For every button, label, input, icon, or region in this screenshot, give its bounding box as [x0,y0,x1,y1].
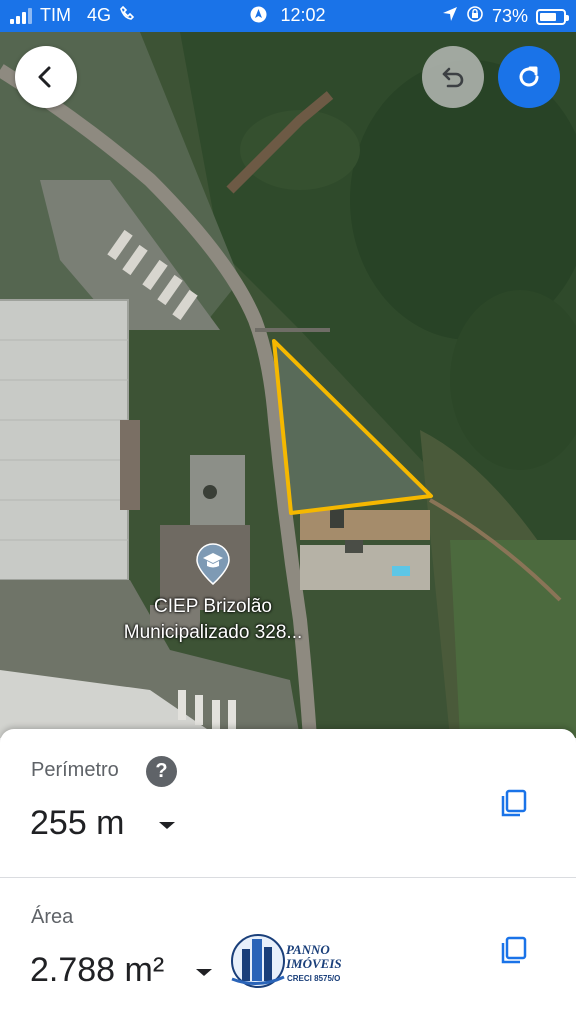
back-button[interactable] [15,46,77,108]
logo-name-line1: PANNO [286,942,330,957]
redo-icon [519,66,539,87]
orientation-lock-icon [466,5,484,28]
undo-button[interactable] [422,46,484,108]
area-unit-dropdown-caret-down-icon[interactable] [196,969,212,976]
area-value: 2.788 m² [30,951,165,989]
logo-creci: CRECI 8575/O [287,974,341,983]
copy-area-copy-icon[interactable] [498,934,530,966]
poi-label-line1: CIEP Brizolão [154,596,272,617]
status-bar: TIM 4G 12:02 73% [0,0,576,32]
logo-name-line2: IMÓVEIS [286,956,342,971]
school-poi-marker[interactable] [193,542,233,586]
navigation-icon [250,6,267,28]
area-label: Área [31,906,74,928]
divider [0,877,576,878]
poi-label-line2: Municipalizado 328... [123,622,303,643]
undo-icon [442,67,464,88]
redo-button[interactable] [498,46,560,108]
building-logo-icon [231,934,285,988]
satellite-map[interactable]: CIEP Brizolão Municipalizado 328... [0,32,576,738]
battery-percent: 73% [491,6,528,26]
perimeter-label: Perímetro [31,759,119,781]
help-icon[interactable]: ? [146,756,177,787]
time-label: 12:02 [280,5,326,25]
panno-imoveis-logo: PANNO IMÓVEIS CRECI 8575/O [230,929,360,991]
poi-label[interactable]: CIEP Brizolão Municipalizado 328... [100,594,326,646]
perimeter-unit-dropdown-caret-down-icon[interactable] [159,822,175,829]
school-icon [196,543,230,585]
arrow-left-icon [38,66,51,88]
measurement-sheet: Perímetro ? 255 m Área 2.788 m² PANNO IM… [0,729,576,1024]
battery-icon [536,8,569,25]
location-arrow-icon [442,6,458,27]
copy-perimeter-copy-icon[interactable] [498,787,530,819]
perimeter-value: 255 m [30,804,125,842]
